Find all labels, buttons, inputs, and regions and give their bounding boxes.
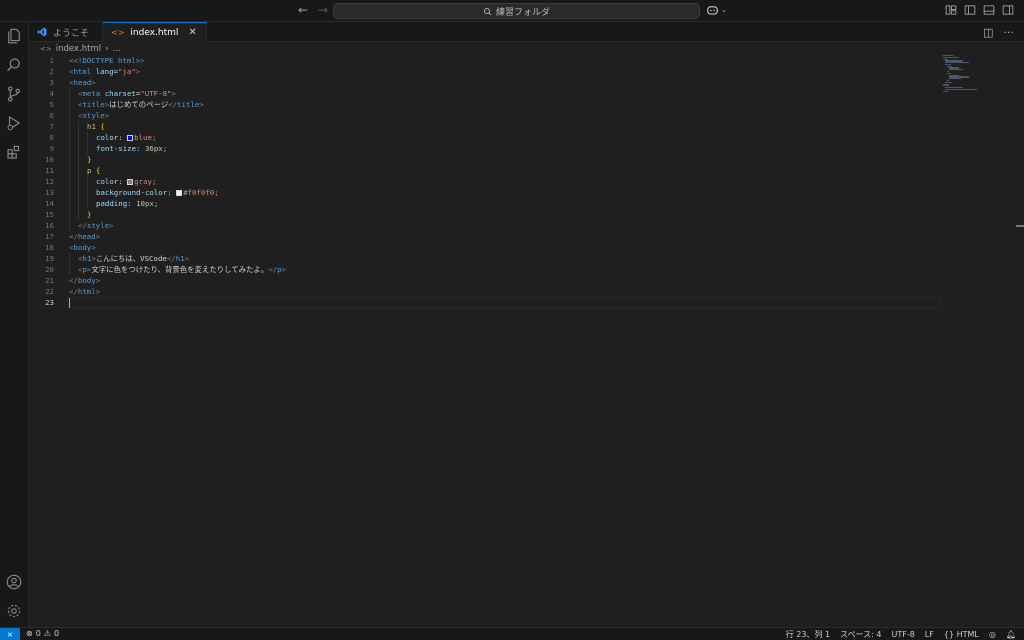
code-line: 9 font-size: 36px;	[49, 143, 168, 154]
editor-actions: ◫ ···	[983, 26, 1014, 39]
cursor-position[interactable]: 行 23、列 1	[786, 629, 830, 640]
code-line: 11 p {	[45, 165, 101, 176]
braces-icon: {}	[943, 630, 955, 639]
toggle-panel-icon[interactable]	[983, 4, 995, 16]
search-text: 練習フォルダ	[495, 7, 550, 18]
navigation-arrows: ← →	[296, 3, 330, 17]
copilot-menu[interactable]: ⌄	[706, 4, 727, 16]
close-icon[interactable]: ✕	[188, 27, 196, 38]
warning-count: 0	[53, 629, 60, 638]
layout-controls	[945, 4, 1014, 16]
code-line: 4 <meta charset="UTF-8">	[49, 88, 176, 99]
code-line: 15}	[45, 209, 92, 220]
bell-icon[interactable]: 🔔︎	[1006, 630, 1016, 639]
chevron-down-icon: ⌄	[721, 6, 727, 14]
activity-bar	[0, 22, 29, 627]
customize-layout-icon[interactable]	[945, 4, 957, 16]
scrollbar-cursor-marker	[1016, 225, 1024, 227]
forward-arrow-icon[interactable]: →	[316, 3, 330, 17]
html-file-icon: <>	[40, 45, 52, 53]
code-line: 6 <style>	[49, 110, 110, 121]
vscode-icon	[37, 27, 47, 37]
encoding[interactable]: UTF-8	[891, 630, 914, 639]
code-line: 5 <title>はじめてのページ</title>	[49, 99, 204, 110]
indentation[interactable]: スペース: 4	[840, 629, 881, 640]
code-line: 16 </style>	[45, 220, 114, 231]
color-swatch-light[interactable]	[176, 190, 183, 196]
error-count: 0	[35, 629, 41, 638]
code-line: 14 padding: 10px;	[45, 198, 159, 209]
code-line: 10}	[45, 154, 92, 165]
copilot-icon	[707, 6, 718, 15]
remote-indicator-icon[interactable]: ⨯	[0, 628, 20, 640]
tab-label: index.html	[130, 27, 179, 38]
html-file-icon: <>	[111, 28, 125, 37]
code-line: 17 </head>	[45, 232, 101, 241]
run-and-debug-icon[interactable]	[4, 113, 24, 133]
warning-icon: ⚠	[43, 629, 51, 638]
problems-indicator[interactable]: ⊗ 0 ⚠ 0	[26, 629, 59, 638]
extensions-icon[interactable]	[4, 142, 24, 162]
breadcrumb-more[interactable]: ...	[112, 44, 120, 54]
tab-welcome[interactable]: ようこそ	[29, 22, 103, 42]
copilot-status-icon[interactable]: ◎	[989, 630, 996, 639]
code-line: 3 <head>	[49, 78, 96, 87]
code-line: 1 <<!DOCTYPE html>>	[49, 56, 145, 65]
title-bar: ← → 練習フォルダ ⌄	[0, 0, 1024, 22]
error-icon: ⊗	[26, 629, 33, 638]
code-line: 21 </body>	[45, 276, 101, 285]
search-icon[interactable]	[4, 55, 24, 75]
code-area[interactable]: 1 <<!DOCTYPE html>> 2 <html lang="ja"> 3 <h…	[29, 55, 941, 308]
status-bar: ⨯ ⊗ 0 ⚠ 0 行 23、列 1 スペース: 4 UTF-8 LF {} H…	[0, 627, 1024, 640]
code-line: 7 h1 {	[49, 121, 105, 132]
code-line: 13 background-color: #f0f0f0;	[45, 187, 219, 198]
toggle-secondary-sidebar-icon[interactable]	[1002, 4, 1014, 16]
source-control-icon[interactable]	[4, 84, 24, 104]
tab-index-html[interactable]: <> index.html ✕	[103, 22, 207, 42]
editor-tabs: ようこそ <> index.html ✕ ◫ ···	[29, 22, 1024, 42]
code-line: 12 color: gray;	[45, 176, 157, 187]
color-swatch-blue[interactable]	[127, 135, 134, 141]
manage-gear-icon[interactable]	[4, 601, 24, 621]
toggle-primary-sidebar-icon[interactable]	[964, 4, 976, 16]
code-line: 22 </html>	[45, 287, 101, 296]
status-right: 行 23、列 1 スペース: 4 UTF-8 LF {} HTML ◎ 🔔︎	[786, 629, 1016, 640]
more-actions-icon[interactable]: ···	[1004, 26, 1015, 39]
command-center-search[interactable]: 練習フォルダ	[333, 3, 700, 19]
search-icon	[483, 7, 492, 15]
breadcrumb: <> index.html › ...	[40, 43, 121, 55]
tab-label: ようこそ	[53, 28, 90, 39]
color-swatch-gray[interactable]	[127, 179, 134, 185]
chevron-right-icon: ›	[105, 44, 109, 54]
code-line: 19 <h1>こんにちは、VSCode</h1>	[45, 253, 190, 264]
language-mode[interactable]: {} HTML	[944, 630, 979, 639]
code-line-current: 23	[45, 298, 54, 307]
back-arrow-icon[interactable]: ←	[296, 3, 310, 17]
code-line: 8 color: blue;	[49, 132, 157, 143]
accounts-icon[interactable]	[4, 572, 24, 592]
end-of-line[interactable]: LF	[925, 630, 934, 639]
code-line: 2 <html lang="ja">	[49, 67, 141, 76]
code-line: 20 <p>文字に色をつけたり、背景色を変えたりしてみたよ。</p>	[45, 264, 287, 275]
explorer-icon[interactable]	[4, 26, 24, 46]
minimap[interactable]	[943, 55, 1013, 95]
breadcrumb-file[interactable]: index.html	[56, 44, 101, 54]
split-editor-icon[interactable]: ◫	[983, 26, 993, 39]
code-line: 18 <body>	[45, 243, 96, 252]
code-editor[interactable]: 1 <<!DOCTYPE html>> 2 <html lang="ja"> 3 <h…	[29, 55, 1024, 627]
text-cursor	[69, 298, 70, 308]
